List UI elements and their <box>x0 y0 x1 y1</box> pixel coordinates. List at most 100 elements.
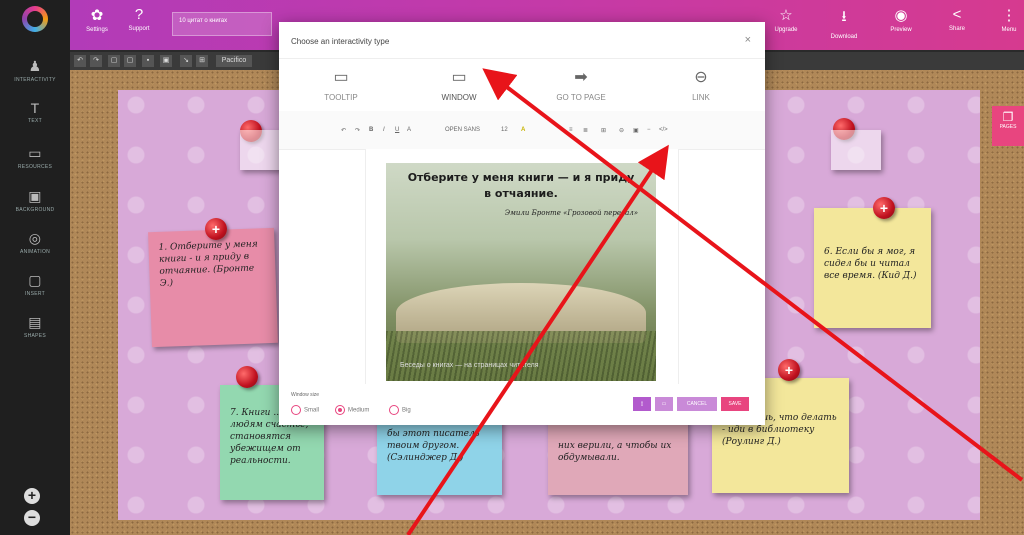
align-icon[interactable]: ≡ <box>569 127 573 133</box>
radio-icon <box>335 405 345 415</box>
sidebar-item-text[interactable]: T TEXT <box>0 100 70 124</box>
sidebar-item-resources[interactable]: ▭ RESOURCES <box>0 145 70 170</box>
add-pin-icon[interactable]: + <box>778 359 800 381</box>
preview-button[interactable]: ◉ Preview <box>876 6 926 33</box>
add-pin-icon[interactable]: + <box>205 218 227 240</box>
animation-icon: ◎ <box>28 230 42 246</box>
project-name-field[interactable]: 10 цитат о книгах <box>172 12 272 36</box>
layer-button[interactable]: ▣ <box>160 55 172 67</box>
sidebar-item-label: INTERACTIVITY <box>14 77 56 83</box>
tab-window[interactable]: ▭ WINDOW <box>419 67 499 113</box>
copy-button[interactable]: ▢ <box>108 55 120 67</box>
person-icon: ♟ <box>28 58 42 74</box>
list-icon[interactable]: ≣ <box>583 127 588 134</box>
menu-label: Menu <box>1001 27 1017 33</box>
insert-icon: ▢ <box>28 272 42 288</box>
tab-label: TOOLTIP <box>324 93 358 102</box>
code-icon[interactable]: </> <box>659 127 668 133</box>
sidebar-item-animation[interactable]: ◎ ANIMATION <box>0 230 70 255</box>
zoom-out-button[interactable]: − <box>24 510 40 526</box>
size-option-label: Big <box>402 407 411 414</box>
font-select[interactable]: Pacifico <box>216 55 252 67</box>
size-option-medium[interactable]: Medium <box>335 405 369 415</box>
upgrade-button[interactable]: ☆ Upgrade <box>761 6 811 33</box>
redo-icon[interactable]: ↷ <box>355 127 360 134</box>
sticky-note[interactable]: 1. Отберите у меня книги - и я приду в о… <box>148 227 278 348</box>
tab-label: WINDOW <box>441 93 477 102</box>
sidebar-item-background[interactable]: ▣ BACKGROUND <box>0 188 70 213</box>
sticky-note[interactable]: 6. Если бы я мог, я сидел бы и читал все… <box>814 208 931 328</box>
pin-icon <box>236 366 258 388</box>
window-icon: ▭ <box>451 69 467 86</box>
arrow-right-icon: ➡ <box>574 69 588 86</box>
zoom-in-button[interactable]: + <box>24 488 40 504</box>
cancel-button[interactable]: CANCEL <box>677 397 717 411</box>
add-pin-icon[interactable]: + <box>873 197 895 219</box>
download-icon: ⭳ <box>841 8 847 25</box>
delete-button[interactable]: ▪ <box>142 55 154 67</box>
quote-text: Отберите у меня книги — и я приду <box>407 171 635 184</box>
window-size-label: Window size <box>291 392 320 398</box>
background-icon: ▣ <box>28 188 42 204</box>
upgrade-label: Upgrade <box>774 27 798 33</box>
hr-icon[interactable]: − <box>647 127 651 133</box>
paste-button[interactable]: ▢ <box>124 55 136 67</box>
text-icon: T <box>30 100 40 116</box>
strike-button[interactable]: A <box>407 127 411 133</box>
font-family-select[interactable]: OPEN SANS <box>445 127 480 133</box>
indent-icon[interactable]: ⊞ <box>601 127 606 134</box>
pages-label: PAGES <box>999 124 1017 130</box>
sidebar-item-interactivity[interactable]: ♟ INTERACTIVITY <box>0 58 70 83</box>
sidebar-item-label: TEXT <box>28 118 42 124</box>
sidebar-item-label: BACKGROUND <box>15 207 55 213</box>
eye-icon: ◉ <box>894 7 908 24</box>
text-editor-toolbar: ↶ ↷ B I U A OPEN SANS 12 A ≡ ≣ ⊞ ⊖ ▣ − <… <box>279 111 765 150</box>
sidebar-item-shapes[interactable]: ▤ SHAPES <box>0 314 70 339</box>
tab-go-to-page[interactable]: ➡ GO TO PAGE <box>541 67 621 102</box>
window-content-editor[interactable]: Отберите у меня книги — и я приду в отча… <box>365 149 679 384</box>
interactivity-type-tabs: ▭ TOOLTIP ▭ WINDOW ➡ GO TO PAGE ⊖ LINK <box>279 58 765 113</box>
bold-button[interactable]: B <box>369 127 373 133</box>
sidebar-item-label: RESOURCES <box>17 164 53 170</box>
share-button[interactable]: < Share <box>932 6 982 32</box>
tab-link[interactable]: ⊖ LINK <box>661 67 741 102</box>
download-button[interactable]: ⭳ Download <box>819 6 869 40</box>
tab-tooltip[interactable]: ▭ TOOLTIP <box>301 67 381 102</box>
text-color-button[interactable]: A <box>521 127 525 133</box>
image-insert-icon[interactable]: ▣ <box>633 127 639 134</box>
grid-button[interactable]: ⊞ <box>196 55 208 67</box>
support-button[interactable]: ? Support <box>114 6 164 32</box>
italic-button[interactable]: I <box>383 127 385 133</box>
redo-button[interactable]: ↷ <box>90 55 102 67</box>
link-insert-icon[interactable]: ⊖ <box>619 127 624 134</box>
support-label: Support <box>128 26 150 32</box>
shapes-icon: ▤ <box>28 314 42 330</box>
sticky-note[interactable] <box>831 130 881 170</box>
save-button[interactable]: SAVE <box>721 397 749 411</box>
menu-button[interactable]: ⋮ Menu <box>984 6 1024 33</box>
sidebar-item-label: ANIMATION <box>19 249 51 255</box>
size-option-small[interactable]: Small <box>291 405 319 415</box>
size-option-label: Medium <box>348 407 370 414</box>
pages-button[interactable]: ❐ PAGES <box>992 106 1024 146</box>
close-icon[interactable]: × <box>745 34 751 46</box>
desktop-preview-button[interactable]: ▭ <box>655 397 673 411</box>
undo-icon[interactable]: ↶ <box>341 127 346 134</box>
tab-label: LINK <box>692 93 710 102</box>
pages-icon: ❐ <box>1002 110 1014 124</box>
undo-button[interactable]: ↶ <box>74 55 86 67</box>
grass-image <box>386 331 656 381</box>
help-icon: ? <box>134 6 144 23</box>
align-button[interactable]: ↘ <box>180 55 192 67</box>
preview-label: Preview <box>890 27 912 33</box>
app-logo[interactable] <box>22 6 48 32</box>
font-size-select[interactable]: 12 <box>501 127 508 133</box>
mobile-preview-button[interactable]: ▯ <box>633 397 651 411</box>
interactivity-modal: Choose an interactivity type × ▭ TOOLTIP … <box>279 22 765 425</box>
radio-icon <box>389 405 399 415</box>
share-icon: < <box>952 6 962 23</box>
sidebar-item-label: INSERT <box>24 291 46 297</box>
sidebar-item-insert[interactable]: ▢ INSERT <box>0 272 70 297</box>
underline-button[interactable]: U <box>395 127 399 133</box>
size-option-big[interactable]: Big <box>389 405 411 415</box>
